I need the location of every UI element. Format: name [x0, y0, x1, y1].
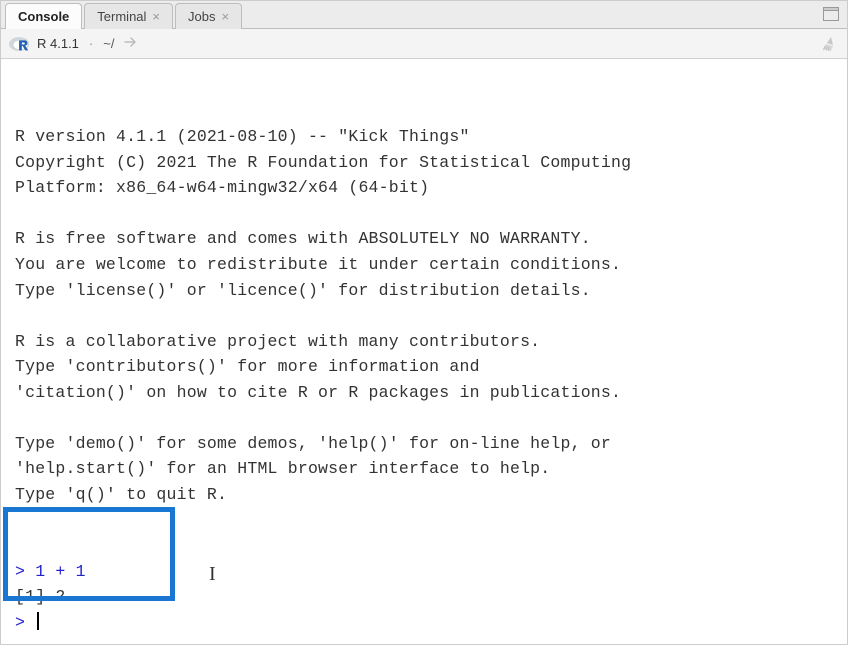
clear-console-icon[interactable] — [819, 36, 837, 55]
startup-line: You are welcome to redistribute it under… — [15, 255, 621, 274]
console-output: [1] 2 — [15, 587, 66, 606]
startup-line: Type 'q()' to quit R. — [15, 485, 227, 504]
tab-console-label: Console — [18, 9, 69, 24]
tab-jobs[interactable]: Jobs × — [175, 3, 242, 29]
tab-jobs-label: Jobs — [188, 9, 215, 24]
startup-line: Copyright (C) 2021 The R Foundation for … — [15, 153, 631, 172]
console-line: > 1 + 1 [1] 2 > — [15, 562, 86, 632]
console-infobar: R 4.1.1 · ~/ — [1, 29, 847, 59]
console-input-history: 1 + 1 — [35, 562, 86, 581]
separator-dot: · — [89, 36, 93, 51]
startup-line: R version 4.1.1 (2021-08-10) -- "Kick Th… — [15, 127, 470, 146]
startup-message: R version 4.1.1 (2021-08-10) -- "Kick Th… — [15, 99, 841, 508]
r-version-label: R 4.1.1 — [37, 36, 79, 51]
startup-line: R is a collaborative project with many c… — [15, 332, 540, 351]
r-console[interactable]: R version 4.1.1 (2021-08-10) -- "Kick Th… — [1, 59, 847, 644]
tab-console[interactable]: Console — [5, 3, 82, 29]
r-logo-icon — [9, 35, 31, 53]
console-prompt: > — [15, 613, 25, 632]
startup-line: Type 'license()' or 'licence()' for dist… — [15, 281, 591, 300]
maximize-pane-icon[interactable] — [823, 7, 839, 24]
tab-terminal-label: Terminal — [97, 9, 146, 24]
working-directory[interactable]: ~/ — [103, 36, 114, 51]
startup-line: Type 'demo()' for some demos, 'help()' f… — [15, 434, 611, 453]
startup-line: R is free software and comes with ABSOLU… — [15, 229, 591, 248]
startup-line: 'citation()' on how to cite R or R packa… — [15, 383, 621, 402]
startup-line: Type 'contributors()' for more informati… — [15, 357, 480, 376]
console-prompt: > — [15, 562, 25, 581]
tab-terminal[interactable]: Terminal × — [84, 3, 173, 29]
startup-line: 'help.start()' for an HTML browser inter… — [15, 459, 550, 478]
startup-line: Platform: x86_64-w64-mingw32/x64 (64-bit… — [15, 178, 429, 197]
close-icon[interactable]: × — [152, 10, 160, 23]
text-caret — [37, 612, 39, 630]
pane-tabbar: Console Terminal × Jobs × — [1, 1, 847, 29]
text-cursor-icon: I — [209, 559, 216, 590]
close-icon[interactable]: × — [221, 10, 229, 23]
go-to-directory-icon[interactable] — [124, 36, 138, 51]
